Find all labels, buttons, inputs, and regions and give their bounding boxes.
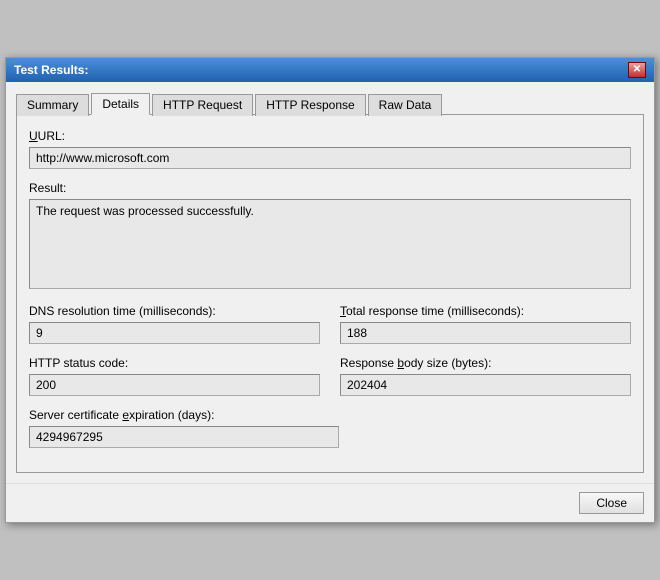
response-body-field-group: Response body size (bytes): bbox=[340, 356, 631, 396]
tab-summary[interactable]: Summary bbox=[16, 94, 89, 116]
cert-field-group: Server certificate expiration (days): bbox=[29, 408, 339, 448]
url-field-group: UURL: bbox=[29, 129, 631, 169]
close-title-button[interactable]: ✕ bbox=[628, 62, 646, 78]
title-bar-controls: ✕ bbox=[628, 62, 646, 78]
url-input[interactable] bbox=[29, 147, 631, 169]
tab-http-response[interactable]: HTTP Response bbox=[255, 94, 365, 116]
tab-http-request[interactable]: HTTP Request bbox=[152, 94, 253, 116]
window-body: Summary Details HTTP Request HTTP Respon… bbox=[6, 82, 654, 483]
row-dns-total: DNS resolution time (milliseconds): Tota… bbox=[29, 304, 631, 356]
tab-bar: Summary Details HTTP Request HTTP Respon… bbox=[16, 92, 644, 115]
cert-input[interactable] bbox=[29, 426, 339, 448]
row-http-body: HTTP status code: Response body size (by… bbox=[29, 356, 631, 408]
url-label: UURL: bbox=[29, 129, 631, 143]
test-results-window: Test Results: ✕ Summary Details HTTP Req… bbox=[5, 57, 655, 523]
content-panel: UURL: Result: The request was processed … bbox=[16, 115, 644, 473]
cert-label: Server certificate expiration (days): bbox=[29, 408, 339, 422]
dns-label: DNS resolution time (milliseconds): bbox=[29, 304, 320, 318]
total-response-label: Total response time (milliseconds): bbox=[340, 304, 631, 318]
tab-raw-data[interactable]: Raw Data bbox=[368, 94, 443, 116]
window-title: Test Results: bbox=[14, 63, 88, 77]
tab-details[interactable]: Details bbox=[91, 93, 150, 115]
http-status-label: HTTP status code: bbox=[29, 356, 320, 370]
total-response-input[interactable] bbox=[340, 322, 631, 344]
response-body-input[interactable] bbox=[340, 374, 631, 396]
result-label: Result: bbox=[29, 181, 631, 195]
dns-input[interactable] bbox=[29, 322, 320, 344]
http-status-field-group: HTTP status code: bbox=[29, 356, 320, 396]
title-bar: Test Results: ✕ bbox=[6, 58, 654, 82]
result-field-group: Result: The request was processed succes… bbox=[29, 181, 631, 292]
footer: Close bbox=[6, 483, 654, 522]
dns-field-group: DNS resolution time (milliseconds): bbox=[29, 304, 320, 344]
result-textarea[interactable]: The request was processed successfully. bbox=[29, 199, 631, 289]
response-body-label: Response body size (bytes): bbox=[340, 356, 631, 370]
http-status-input[interactable] bbox=[29, 374, 320, 396]
close-button[interactable]: Close bbox=[579, 492, 644, 514]
total-response-field-group: Total response time (milliseconds): bbox=[340, 304, 631, 344]
